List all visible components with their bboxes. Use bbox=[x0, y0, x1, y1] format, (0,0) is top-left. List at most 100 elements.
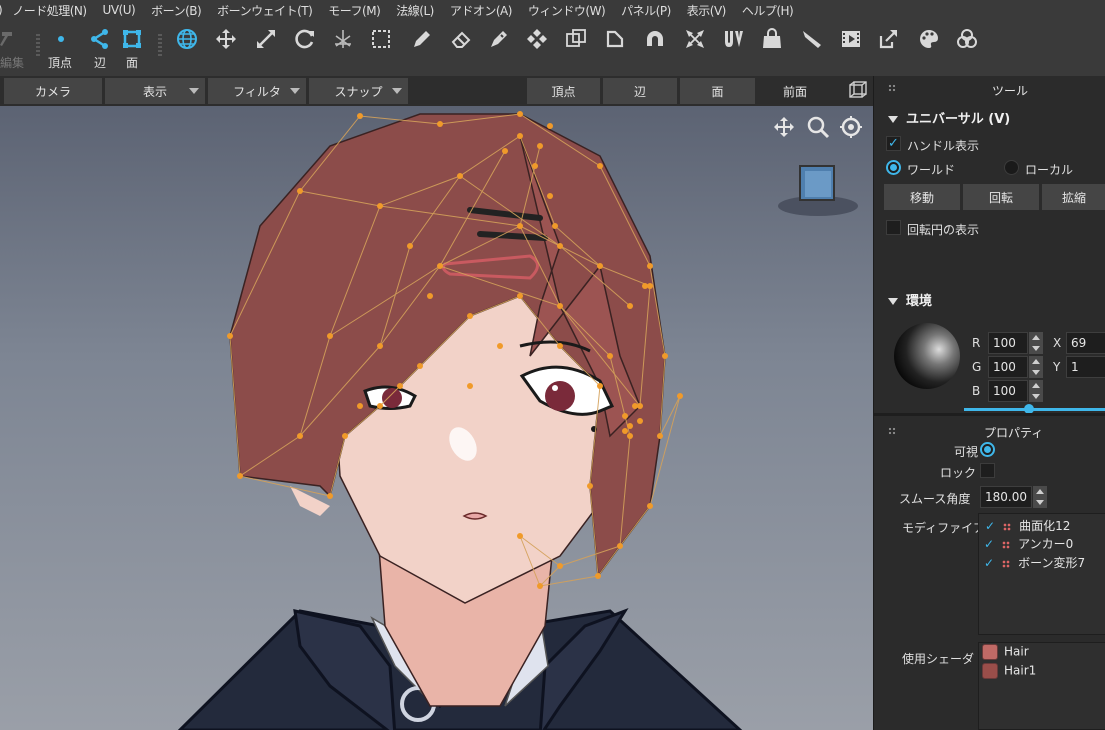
d-shape-button[interactable] bbox=[600, 24, 630, 54]
snap-dropdown[interactable]: スナップ bbox=[309, 78, 408, 104]
rotation-circle-checkbox[interactable] bbox=[886, 220, 901, 235]
bag-button[interactable] bbox=[757, 24, 787, 54]
edge-select-button[interactable]: 辺 bbox=[603, 78, 677, 104]
list-item[interactable]: Hair1 bbox=[982, 663, 1036, 679]
four-diamond-icon bbox=[527, 29, 547, 49]
smooth-angle-label: スムース角度 bbox=[899, 492, 971, 506]
rotate-label: 回転 bbox=[988, 190, 1013, 205]
move-tool-button[interactable] bbox=[211, 24, 241, 54]
menu-item-window[interactable]: ウィンドウ(W) bbox=[528, 2, 606, 19]
y-label: Y bbox=[1053, 360, 1061, 374]
scale-button[interactable]: 拡縮 bbox=[1042, 184, 1105, 210]
filter-dropdown[interactable]: フィルタ bbox=[208, 78, 306, 104]
scale-tool-button[interactable] bbox=[251, 24, 281, 54]
g-input[interactable]: 100 bbox=[988, 356, 1028, 378]
menu-item-view[interactable]: 表示(V) bbox=[687, 2, 727, 19]
x-input[interactable]: 69 bbox=[1066, 332, 1105, 354]
3d-viewport[interactable] bbox=[0, 106, 873, 730]
rotate-tool-button[interactable] bbox=[290, 24, 320, 54]
menu-item-help[interactable]: ヘルプ(H) bbox=[742, 2, 794, 19]
list-item[interactable]: ✓ 曲面化12 bbox=[985, 517, 1070, 534]
smooth-angle-input[interactable]: 180.00 bbox=[980, 486, 1032, 508]
shader-name: Hair1 bbox=[1004, 663, 1037, 678]
menu-item-uv[interactable]: UV(U) bbox=[103, 3, 136, 17]
r-spinner[interactable] bbox=[1029, 332, 1043, 354]
menu-item-node[interactable]: ノード処理(N) bbox=[12, 2, 87, 19]
film-button[interactable] bbox=[836, 24, 866, 54]
display-dropdown[interactable]: 表示 bbox=[105, 78, 205, 104]
diamond-tool-button[interactable] bbox=[522, 24, 552, 54]
view-cube-button[interactable] bbox=[843, 76, 873, 106]
environment-section-header[interactable]: 環境 bbox=[888, 290, 932, 309]
orientation-gizmo[interactable] bbox=[778, 165, 858, 216]
modifier-name: アンカー0 bbox=[1018, 537, 1074, 551]
uv-cube-button[interactable] bbox=[561, 24, 591, 54]
drag-grip-icon[interactable] bbox=[888, 427, 896, 435]
world-radio[interactable] bbox=[886, 160, 901, 175]
menu-item-bone[interactable]: ボーン(B) bbox=[151, 2, 202, 19]
list-item[interactable]: Hair bbox=[982, 644, 1029, 660]
smooth-angle-spinner[interactable] bbox=[1033, 486, 1047, 508]
menu-item-bone-weight[interactable]: ボーンウェイト(T) bbox=[217, 2, 313, 19]
universal-section-header[interactable]: ユニバーサル (V) bbox=[888, 108, 1010, 127]
light-direction-sphere[interactable] bbox=[894, 323, 960, 389]
magnet-button[interactable] bbox=[640, 24, 670, 54]
ambient-slider[interactable] bbox=[964, 408, 1105, 411]
corners-button[interactable] bbox=[680, 24, 710, 54]
circles-button[interactable] bbox=[952, 24, 982, 54]
move-button[interactable]: 移動 bbox=[884, 184, 960, 210]
globe-icon bbox=[177, 29, 197, 49]
face-mode-button[interactable] bbox=[117, 24, 147, 54]
g-spinner[interactable] bbox=[1029, 356, 1043, 378]
menu-item-panel[interactable]: パネル(P) bbox=[621, 2, 671, 19]
g-label: G bbox=[972, 360, 982, 374]
world-button[interactable] bbox=[172, 24, 202, 54]
b-spinner[interactable] bbox=[1029, 380, 1043, 402]
export-button[interactable] bbox=[874, 24, 904, 54]
paint-tool-button[interactable] bbox=[484, 24, 514, 54]
edit-tool-button[interactable] bbox=[0, 24, 24, 54]
menu-item-addon[interactable]: アドオン(A) bbox=[450, 2, 513, 19]
y-input[interactable]: 1 bbox=[1066, 356, 1105, 378]
eraser-tool-button[interactable] bbox=[446, 24, 476, 54]
drag-grip-icon[interactable] bbox=[888, 84, 896, 92]
b-input[interactable]: 100 bbox=[988, 380, 1028, 402]
chevron-down-icon bbox=[392, 88, 402, 94]
rect-select-button[interactable] bbox=[366, 24, 396, 54]
pan-icon[interactable] bbox=[774, 117, 794, 137]
lock-checkbox[interactable] bbox=[980, 463, 995, 478]
handle-display-checkbox[interactable]: ✓ bbox=[886, 136, 901, 151]
tool-panel-title: ツール bbox=[992, 84, 1029, 98]
rotate-button[interactable]: 回転 bbox=[963, 184, 1039, 210]
hammer-icon bbox=[0, 32, 12, 46]
camera-menu-button[interactable]: カメラ bbox=[4, 78, 102, 104]
menu-item-morph[interactable]: モーフ(M) bbox=[328, 2, 381, 19]
vertex-select-button[interactable]: 頂点 bbox=[527, 78, 600, 104]
snap-label: スナップ bbox=[334, 84, 383, 99]
visible-toggle[interactable] bbox=[980, 442, 995, 457]
toolbar-separator bbox=[36, 34, 40, 58]
eye-highlight bbox=[552, 385, 558, 391]
menu-item-normal[interactable]: 法線(L) bbox=[396, 2, 434, 19]
edge-mode-button[interactable] bbox=[85, 24, 115, 54]
palette-button[interactable] bbox=[914, 24, 944, 54]
local-radio[interactable] bbox=[1004, 160, 1019, 175]
uv-button[interactable] bbox=[719, 24, 749, 54]
menu-item-truncated[interactable]: ) bbox=[0, 3, 3, 17]
panel-splitter[interactable] bbox=[874, 413, 1105, 416]
knife-button[interactable] bbox=[797, 24, 827, 54]
modifier-list[interactable]: ✓ 曲面化12 bbox=[978, 513, 1105, 635]
list-item[interactable]: ✓ アンカー0 bbox=[984, 535, 1073, 552]
gizmo-tool-button[interactable] bbox=[328, 24, 358, 54]
list-item[interactable]: ✓ ボーン変形7 bbox=[984, 554, 1085, 571]
r-input[interactable]: 100 bbox=[988, 332, 1028, 354]
face-label: 面 bbox=[126, 56, 139, 70]
viewport-toolbar: カメラ 表示 フィルタ スナップ 頂点 辺 面 前面 bbox=[0, 76, 873, 106]
face-select-button[interactable]: 面 bbox=[680, 78, 755, 104]
vertex-mode-button[interactable] bbox=[46, 24, 76, 54]
view-front-button[interactable]: 前面 bbox=[758, 78, 832, 104]
zoom-icon[interactable] bbox=[807, 116, 830, 139]
pencil-tool-button[interactable] bbox=[407, 24, 437, 54]
orbit-icon[interactable] bbox=[840, 116, 862, 138]
face-icon bbox=[123, 30, 141, 48]
